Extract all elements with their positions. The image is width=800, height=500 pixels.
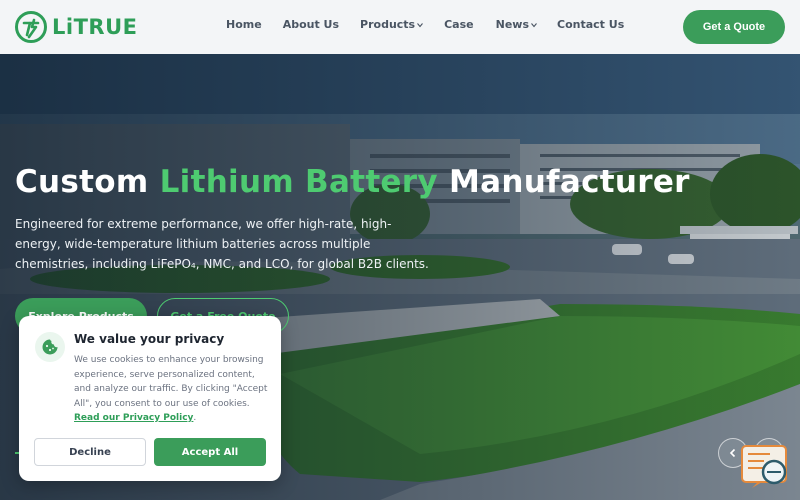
hero-title-part2: Manufacturer xyxy=(437,164,690,200)
accept-all-button[interactable]: Accept All xyxy=(154,438,266,466)
nav-item-label: Case xyxy=(444,18,474,31)
nav-item-label: Products xyxy=(360,18,416,31)
chevron-down-icon xyxy=(531,22,537,27)
privacy-policy-link[interactable]: Read our Privacy Policy xyxy=(74,413,193,423)
hero-title-accent: Lithium Battery xyxy=(159,164,438,200)
hero-description: Engineered for extreme performance, we o… xyxy=(15,217,429,271)
cookie-title: We value your privacy xyxy=(74,332,225,346)
brand-name: LiTRUE xyxy=(52,15,138,39)
decline-button[interactable]: Decline xyxy=(34,438,146,466)
logo[interactable]: LiTRUE xyxy=(14,10,137,44)
chat-support-icon[interactable] xyxy=(740,444,790,490)
chevron-left-icon xyxy=(729,448,736,458)
nav-item-case[interactable]: Case xyxy=(444,18,474,31)
hero-title: Custom Lithium Battery Manufacturer xyxy=(15,164,690,200)
nav-item-label: Home xyxy=(226,18,262,31)
site-header: LiTRUE Home About Us Products Case News … xyxy=(0,0,800,54)
cookie-text-end: . xyxy=(193,413,197,423)
nav-item-news[interactable]: News xyxy=(496,18,537,31)
page: LiTRUE Home About Us Products Case News … xyxy=(0,0,800,500)
cookie-body: We use cookies to enhance your browsing … xyxy=(74,355,268,409)
nav-item-about-us[interactable]: About Us xyxy=(283,18,339,31)
hero-title-part1: Custom xyxy=(15,164,160,200)
cookie-icon xyxy=(35,332,65,362)
nav-item-label: About Us xyxy=(282,18,340,31)
get-a-quote-button[interactable]: Get a Quote xyxy=(683,10,785,44)
litrue-logo-icon xyxy=(15,11,47,43)
nav-item-products[interactable]: Products xyxy=(360,18,424,31)
cookie-text: We use cookies to enhance your browsing … xyxy=(74,353,270,426)
nav-item-home[interactable]: Home xyxy=(226,18,262,31)
cookie-consent-banner: We value your privacy We use cookies to … xyxy=(19,316,281,481)
nav-item-contact-us[interactable]: Contact Us xyxy=(557,18,624,31)
nav-item-label: Contact Us xyxy=(557,18,625,31)
nav-item-label: News xyxy=(495,18,530,31)
chevron-down-icon xyxy=(417,22,424,27)
main-nav: Home About Us Products Case News Contact… xyxy=(226,18,624,31)
